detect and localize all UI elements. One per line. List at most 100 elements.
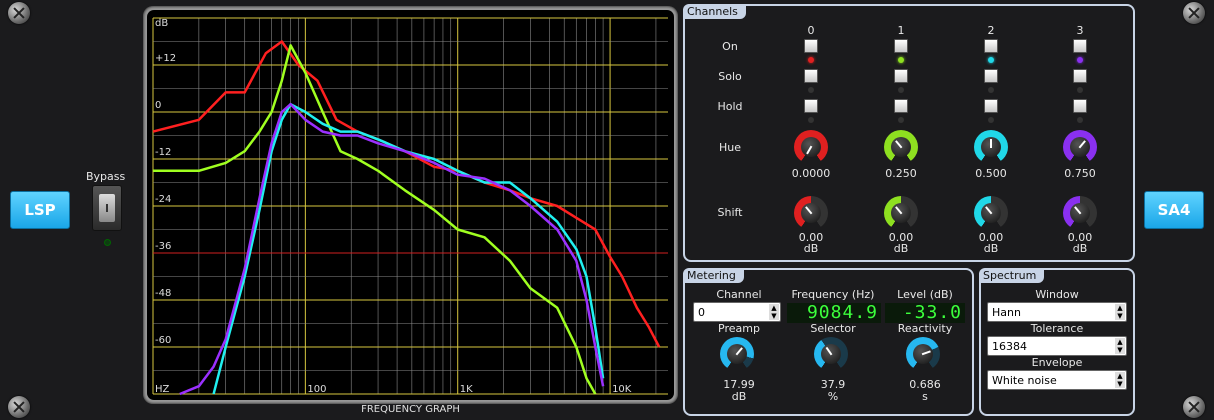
- graph-title: FREQUENCY GRAPH: [361, 404, 460, 415]
- frequency-graph-frame: +12 0 -12 -24 -36 -48 -60 dB HZ 100 1K 10K: [143, 6, 678, 404]
- selector-unit: %: [827, 390, 839, 403]
- channels-group: Channels On Solo Hold Hue Shift 0 0.0000 0…: [683, 4, 1135, 262]
- spectrum-series-0: [152, 40, 661, 348]
- channel-3-hue-value: 0.750: [1064, 167, 1096, 180]
- row-label-shift: Shift: [717, 206, 743, 219]
- channel-0-hold-checkbox[interactable]: [804, 99, 818, 113]
- selector-knob[interactable]: [814, 337, 848, 371]
- screw-top-left: [8, 2, 30, 24]
- y-tick-label: -24: [155, 194, 171, 205]
- y-tick-label: 0: [155, 100, 161, 111]
- y-tick-label: +12: [155, 53, 176, 64]
- bypass-label: Bypass: [86, 170, 126, 183]
- preamp-unit: dB: [731, 390, 747, 403]
- lsp-button[interactable]: LSP: [10, 191, 70, 229]
- x-tick-label: 100: [307, 384, 326, 395]
- channel-0-solo-led: [808, 87, 814, 93]
- channel-2-hold-led: [988, 117, 994, 123]
- channel-1-hue-knob[interactable]: [884, 130, 918, 164]
- spinner-arrows-icon: ▲ ▼: [1115, 372, 1125, 388]
- metering-title: Metering: [683, 268, 744, 283]
- channel-3-on-checkbox[interactable]: [1073, 39, 1087, 53]
- channel-2-solo-checkbox[interactable]: [984, 69, 998, 83]
- envelope-select[interactable]: White noise ▲ ▼: [987, 370, 1127, 390]
- screw-bottom-left: [8, 396, 30, 418]
- channel-3-hue-knob[interactable]: [1063, 130, 1097, 164]
- channel-1-solo-led: [898, 87, 904, 93]
- reactivity-knob[interactable]: [906, 337, 940, 371]
- channel-index-2: 2: [987, 24, 995, 37]
- window-label: Window: [1035, 288, 1079, 301]
- channel-2-shift-knob[interactable]: [974, 196, 1008, 230]
- sa4-button[interactable]: SA4: [1144, 191, 1204, 229]
- envelope-label: Envelope: [1031, 356, 1083, 369]
- level-display: -33.0: [885, 303, 965, 323]
- spinner-arrows-icon: ▲ ▼: [769, 304, 779, 320]
- channel-3-shift-knob[interactable]: [1063, 196, 1097, 230]
- y-tick-label: -12: [155, 147, 171, 158]
- preamp-knob[interactable]: [720, 337, 754, 371]
- switch-lever-icon: [99, 194, 115, 222]
- channel-0-on-led: [808, 57, 814, 63]
- channel-2-hue-value: 0.500: [975, 167, 1007, 180]
- spectrum-group: Spectrum Window Hann ▲ ▼ Tolerance 16384 …: [979, 268, 1135, 416]
- y-unit-label: dB: [155, 18, 168, 29]
- selector-label: Selector: [810, 322, 856, 335]
- row-label-solo: Solo: [718, 70, 742, 83]
- channel-3-hold-checkbox[interactable]: [1073, 99, 1087, 113]
- channel-0-hue-value: 0.0000: [791, 167, 831, 180]
- reactivity-label: Reactivity: [897, 322, 953, 335]
- channel-1-on-led: [898, 57, 904, 63]
- frequency-graph[interactable]: +12 0 -12 -24 -36 -48 -60 dB HZ 100 1K 10K: [147, 10, 674, 400]
- channel-0-shift-unit: dB: [803, 242, 819, 255]
- channel-1-on-checkbox[interactable]: [894, 39, 908, 53]
- channel-1-hold-checkbox[interactable]: [894, 99, 908, 113]
- channel-3-on-led: [1077, 57, 1083, 63]
- channel-2-on-led: [988, 57, 994, 63]
- x-tick-label: 10K: [612, 384, 632, 395]
- tolerance-select[interactable]: 16384 ▲ ▼: [987, 336, 1127, 356]
- level-label: Level (dB): [897, 288, 953, 301]
- envelope-select-value: White noise: [992, 374, 1057, 387]
- frequency-display: 9084.9: [787, 303, 881, 323]
- row-label-on: On: [722, 40, 738, 53]
- x-tick-label: HZ: [155, 384, 170, 395]
- channel-label: Channel: [716, 288, 762, 301]
- channel-index-0: 0: [807, 24, 815, 37]
- spectrum-series-2: [212, 102, 605, 395]
- channels-title: Channels: [683, 4, 746, 19]
- channel-2-hue-knob[interactable]: [974, 130, 1008, 164]
- channel-3-solo-led: [1077, 87, 1083, 93]
- window-select-value: Hann: [992, 306, 1021, 319]
- channel-1-hue-value: 0.250: [885, 167, 917, 180]
- channel-0-solo-checkbox[interactable]: [804, 69, 818, 83]
- channel-index-3: 3: [1076, 24, 1084, 37]
- channel-2-shift-unit: dB: [983, 242, 999, 255]
- channel-0-shift-knob[interactable]: [794, 196, 828, 230]
- channel-1-solo-checkbox[interactable]: [894, 69, 908, 83]
- channel-0-hold-led: [808, 117, 814, 123]
- channel-3-shift-unit: dB: [1072, 242, 1088, 255]
- channel-2-hold-checkbox[interactable]: [984, 99, 998, 113]
- channel-3-solo-checkbox[interactable]: [1073, 69, 1087, 83]
- channel-0-on-checkbox[interactable]: [804, 39, 818, 53]
- spinner-arrows-icon: ▲ ▼: [1115, 304, 1125, 320]
- screw-bottom-right: [1183, 396, 1205, 418]
- row-label-hue: Hue: [718, 141, 741, 154]
- y-tick-label: -48: [155, 288, 171, 299]
- bypass-led: [104, 239, 111, 246]
- window-select[interactable]: Hann ▲ ▼: [987, 302, 1127, 322]
- row-label-hold: Hold: [717, 100, 743, 113]
- channel-2-on-checkbox[interactable]: [984, 39, 998, 53]
- channel-1-shift-unit: dB: [893, 242, 909, 255]
- spectrum-title: Spectrum: [979, 268, 1045, 283]
- channel-3-hold-led: [1077, 117, 1083, 123]
- bypass-switch[interactable]: [92, 185, 122, 231]
- channel-select-value: 0: [698, 306, 705, 319]
- y-tick-label: -36: [155, 241, 171, 252]
- channel-2-solo-led: [988, 87, 994, 93]
- channel-select[interactable]: 0 ▲ ▼: [693, 302, 781, 322]
- channel-1-shift-knob[interactable]: [884, 196, 918, 230]
- x-tick-label: 1K: [460, 384, 473, 395]
- channel-0-hue-knob[interactable]: [794, 130, 828, 164]
